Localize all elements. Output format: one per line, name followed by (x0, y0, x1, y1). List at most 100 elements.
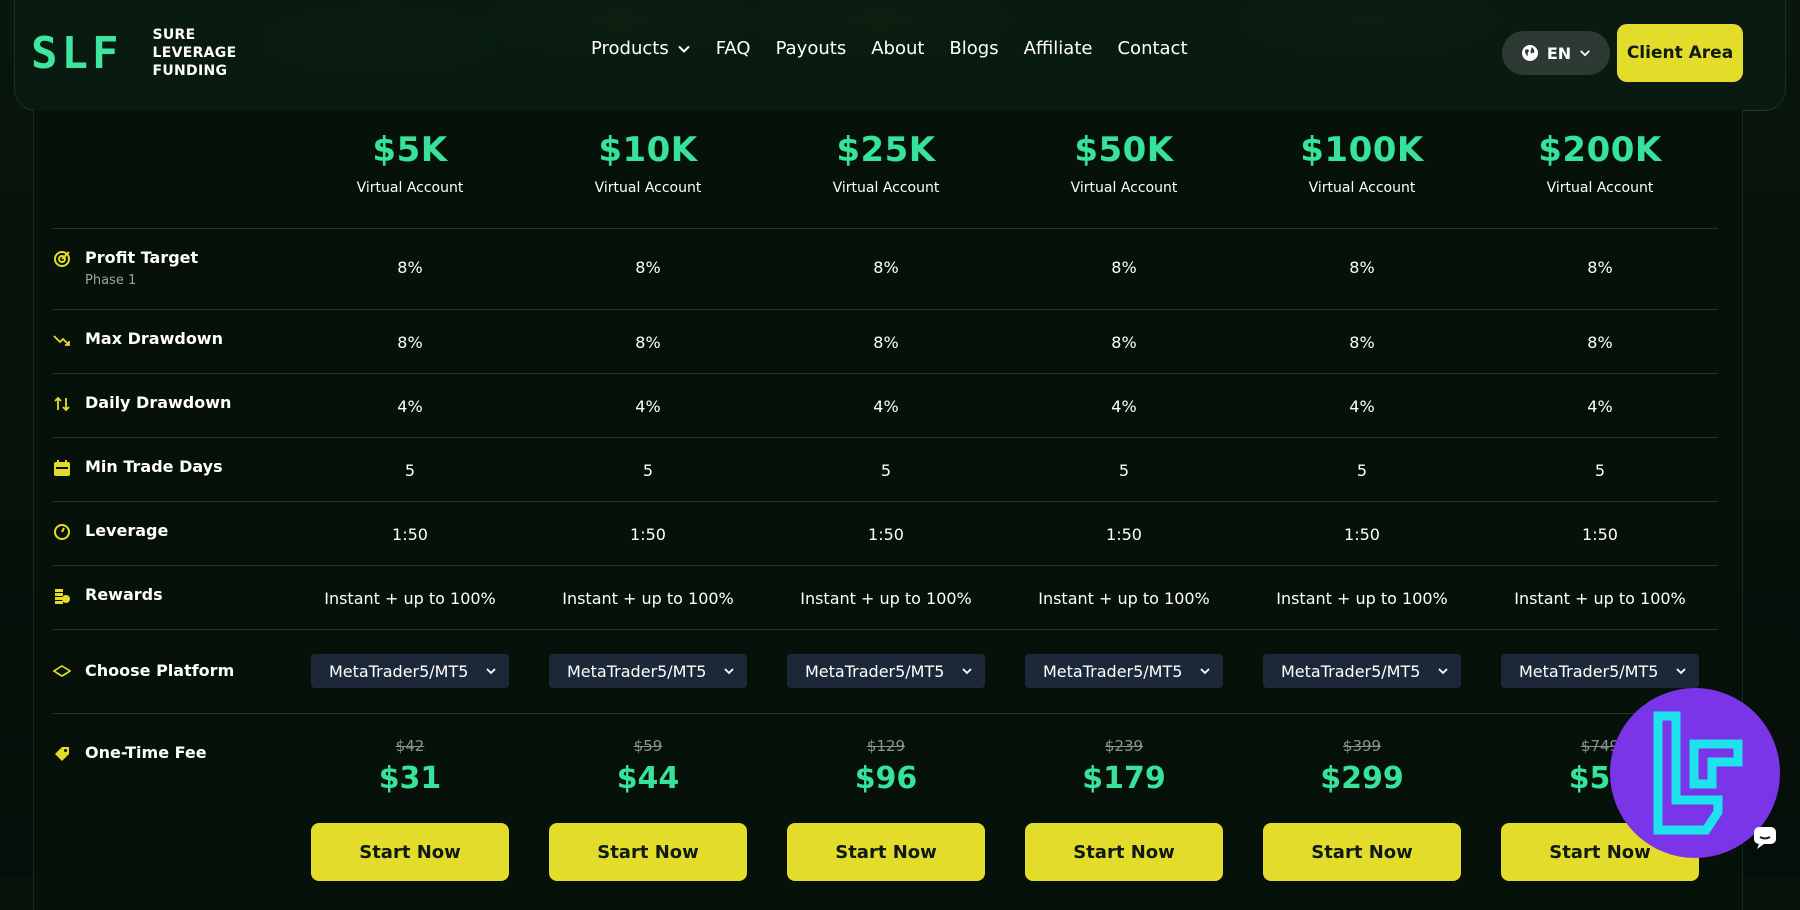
cell-value: 8% (397, 258, 423, 277)
platform-select[interactable]: MetaTrader5/MT5 (787, 654, 985, 688)
nav-affiliate[interactable]: Affiliate (1024, 38, 1093, 59)
tag-icon (55, 747, 69, 761)
plan-sub: Virtual Account (1546, 180, 1654, 196)
cell-value: 1:50 (392, 525, 428, 544)
plan-amount: $25K (836, 130, 936, 170)
row-platform: Choose Platform MetaTrader5/MT5 MetaTrad… (53, 629, 1718, 714)
cell-value: 8% (1587, 333, 1613, 352)
language-selector[interactable]: EN (1502, 31, 1610, 75)
nav-about[interactable]: About (871, 38, 924, 59)
plan-header: $50K Virtual Account (1005, 130, 1243, 196)
current-price: $179 (1082, 761, 1166, 796)
platform-select[interactable]: MetaTrader5/MT5 (1025, 654, 1223, 688)
cell-value: 4% (1349, 397, 1375, 416)
cell-value: 8% (1111, 258, 1137, 277)
start-now-button[interactable]: Start Now (311, 823, 509, 881)
row-label: Rewards (53, 585, 303, 605)
row-leverage: Leverage 1:50 1:50 1:50 1:50 1:50 1:50 (53, 501, 1718, 566)
plan-header-row: $5K Virtual Account $10K Virtual Account… (53, 110, 1718, 229)
start-now-button[interactable]: Start Now (549, 823, 747, 881)
cell-value: 8% (873, 333, 899, 352)
plan-header: $5K Virtual Account (291, 130, 529, 196)
language-label: EN (1546, 43, 1572, 63)
row-label-text: Leverage (85, 521, 169, 540)
gauge-icon (54, 524, 70, 540)
platform-select[interactable]: MetaTrader5/MT5 (549, 654, 747, 688)
cell-value: 1:50 (1344, 525, 1380, 544)
plan-amount: $10K (598, 130, 698, 170)
main-nav: Products FAQ Payouts About Blogs Affilia… (591, 38, 1188, 59)
old-price: $129 (866, 737, 906, 755)
cell-value: Instant + up to 100% (1514, 589, 1686, 608)
cell-value: Instant + up to 100% (800, 589, 972, 608)
cell-value: 1:50 (1582, 525, 1618, 544)
cell-value: 8% (1349, 333, 1375, 352)
cell-value: 5 (642, 461, 654, 480)
chevron-down-icon (1580, 50, 1591, 57)
fee-price: $399 $299 (1243, 737, 1481, 796)
plan-sub: Virtual Account (832, 180, 940, 196)
platform-select-value: MetaTrader5/MT5 (329, 661, 469, 681)
row-label-text: Profit Target (85, 248, 199, 267)
nav-faq[interactable]: FAQ (716, 38, 751, 59)
platform-select[interactable]: MetaTrader5/MT5 (1501, 654, 1699, 688)
platform-select[interactable]: MetaTrader5/MT5 (311, 654, 509, 688)
coins-icon (55, 589, 70, 604)
row-max-drawdown: Max Drawdown 8% 8% 8% 8% 8% 8% (53, 309, 1718, 374)
globe-icon (1521, 45, 1538, 61)
platform-select-value: MetaTrader5/MT5 (1043, 661, 1183, 681)
cell-value: 1:50 (630, 525, 666, 544)
brand-logo[interactable]: SLF SURE LEVERAGE FUNDING (31, 26, 236, 80)
start-now-button[interactable]: Start Now (1263, 823, 1461, 881)
row-label: Choose Platform (53, 661, 303, 681)
cell-value: 4% (1587, 397, 1613, 416)
plan-sub: Virtual Account (1070, 180, 1178, 196)
brand-name-line: LEVERAGE (152, 45, 237, 61)
old-price: $399 (1342, 737, 1382, 755)
plan-header: $200K Virtual Account (1481, 130, 1719, 196)
chat-icon[interactable] (1752, 824, 1778, 850)
platform-select-value: MetaTrader5/MT5 (805, 661, 945, 681)
chevron-down-icon (1438, 668, 1448, 675)
row-rewards: Rewards Instant + up to 100% Instant + u… (53, 565, 1718, 630)
current-price: $31 (378, 761, 442, 796)
fee-price: $59 $44 (529, 737, 767, 796)
cell-value: 4% (873, 397, 899, 416)
fee-price: $129 $96 (767, 737, 1005, 796)
cell-value: 5 (880, 461, 892, 480)
plan-sub: Virtual Account (356, 180, 464, 196)
row-min-trade-days: Min Trade Days 5 5 5 5 5 5 (53, 437, 1718, 502)
plan-amount: $100K (1300, 130, 1424, 170)
old-price: $239 (1104, 737, 1144, 755)
row-label: Min Trade Days (53, 457, 303, 477)
row-label: Leverage (53, 521, 303, 541)
row-fee: One-Time Fee $42 $31 $59 $44 $129 $96 $2… (53, 713, 1718, 883)
nav-blogs[interactable]: Blogs (949, 38, 998, 59)
cell-value: 5 (1118, 461, 1130, 480)
row-profit-target: Profit Target Phase 1 8% 8% 8% 8% 8% 8% (53, 228, 1718, 310)
start-now-button[interactable]: Start Now (1025, 823, 1223, 881)
row-label: One-Time Fee (53, 743, 303, 763)
row-label-text: Rewards (85, 585, 163, 604)
cell-value: 8% (635, 333, 661, 352)
old-price: $42 (395, 737, 425, 755)
client-area-button[interactable]: Client Area (1617, 24, 1743, 82)
row-label-text: Daily Drawdown (85, 393, 232, 412)
arrows-up-down-icon (54, 396, 70, 412)
chevron-down-icon (486, 668, 496, 675)
fee-price: $239 $179 (1005, 737, 1243, 796)
chevron-down-icon (962, 668, 972, 675)
nav-payouts[interactable]: Payouts (776, 38, 847, 59)
chevron-down-icon (724, 668, 734, 675)
cell-value: 1:50 (1106, 525, 1142, 544)
start-now-button[interactable]: Start Now (787, 823, 985, 881)
brand-name-line: FUNDING (152, 63, 228, 79)
old-price: $59 (633, 737, 663, 755)
platform-select[interactable]: MetaTrader5/MT5 (1263, 654, 1461, 688)
row-label: Max Drawdown (53, 329, 303, 349)
row-label-text: One-Time Fee (85, 743, 207, 762)
cell-value: 4% (635, 397, 661, 416)
cell-value: 4% (1111, 397, 1137, 416)
nav-products[interactable]: Products (591, 38, 691, 59)
nav-contact[interactable]: Contact (1117, 38, 1187, 59)
